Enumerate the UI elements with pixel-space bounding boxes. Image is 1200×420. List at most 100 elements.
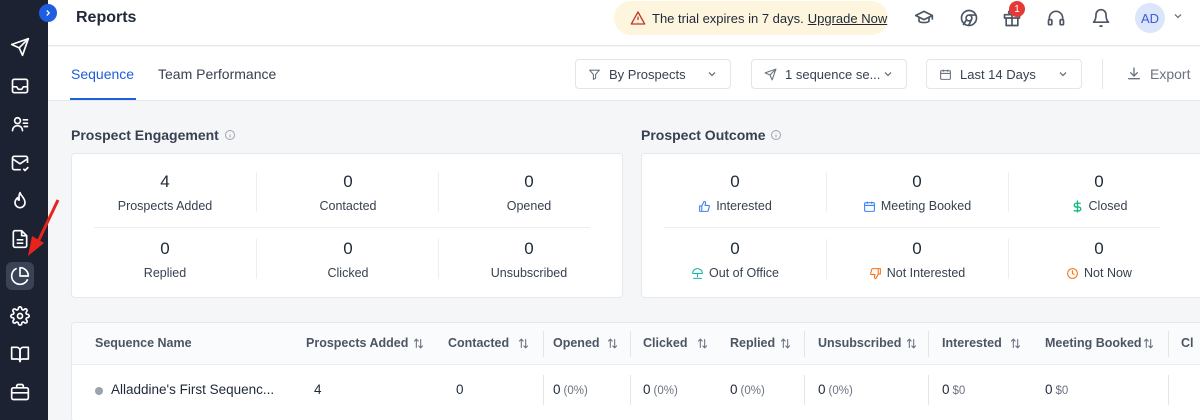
prospects-icon[interactable]	[6, 110, 34, 138]
metric-label: Prospects Added	[117, 199, 213, 213]
metric-not-interested: 0 Not Interested	[826, 239, 1008, 280]
metric-label-row: Not Now	[1008, 266, 1190, 280]
metric-value: 0	[730, 239, 740, 258]
column-header-clicked[interactable]: Clicked	[643, 336, 687, 350]
sequence-filter-label: 1 sequence se...	[785, 66, 881, 82]
calendar-icon	[863, 200, 876, 213]
column-header-interested[interactable]: Interested	[942, 336, 1002, 350]
metric-closed: 0 Closed	[1008, 172, 1190, 213]
red-arrow-annotation-icon	[28, 199, 60, 256]
cell-value: 0	[818, 382, 826, 397]
cell-contacted: 0	[456, 382, 464, 397]
metric-label: Replied	[143, 266, 187, 280]
metric-clicked: 0 Clicked	[257, 239, 439, 280]
metric-value: 0	[912, 239, 922, 258]
metric-label: Unsubscribed	[490, 266, 568, 280]
trial-banner: The trial expires in 7 days. Upgrade Now	[614, 1, 888, 35]
metric-value: 0	[160, 239, 170, 258]
bell-icon[interactable]	[1089, 6, 1113, 30]
headset-icon[interactable]	[1044, 6, 1068, 30]
column-divider	[630, 375, 631, 405]
mail-check-icon[interactable]	[6, 149, 34, 177]
briefcase-icon[interactable]	[6, 378, 34, 406]
column-divider	[543, 331, 544, 357]
metric-label-row: Interested	[644, 199, 826, 213]
user-avatar[interactable]: AD	[1135, 3, 1165, 33]
column-header-opened[interactable]: Opened	[553, 336, 600, 350]
sort-icon[interactable]	[779, 337, 792, 350]
info-icon[interactable]	[770, 129, 782, 141]
tab-sequence[interactable]: Sequence	[71, 66, 134, 82]
metric-value: 0	[343, 172, 353, 191]
sidebar-expand-button[interactable]	[39, 4, 57, 22]
cell-percent: (0%)	[653, 385, 678, 397]
reports-pie-chart-icon[interactable]	[6, 262, 34, 290]
cell-prospects-added: 4	[314, 382, 322, 397]
sort-icon[interactable]	[606, 337, 619, 350]
table-header-row: Sequence Name Prospects Added Contacted …	[72, 323, 1200, 365]
sort-icon[interactable]	[905, 337, 918, 350]
clock-icon	[1066, 267, 1079, 280]
column-divider	[630, 331, 631, 357]
send-icon[interactable]	[6, 33, 34, 61]
settings-gear-icon[interactable]	[6, 302, 34, 330]
column-header-closed[interactable]: Cl	[1181, 336, 1194, 350]
cell-percent: (0%)	[828, 385, 853, 397]
metric-label: Out of Office	[709, 266, 779, 280]
metric-label: Meeting Booked	[880, 199, 972, 213]
date-range-dropdown[interactable]: Last 14 Days	[926, 59, 1082, 89]
cell-amount: $0	[952, 385, 966, 397]
metric-value: 4	[160, 172, 170, 191]
inbox-icon[interactable]	[6, 72, 34, 100]
metric-value: 0	[912, 172, 922, 191]
cell-value: 0	[553, 382, 561, 397]
cell-unsubscribed: 0 (0%)	[818, 382, 853, 397]
sort-icon[interactable]	[1009, 337, 1022, 350]
thumbs-down-icon	[869, 267, 882, 280]
active-tab-indicator	[70, 98, 136, 100]
column-header-unsubscribed[interactable]: Unsubscribed	[818, 336, 901, 350]
divider	[438, 172, 439, 212]
upgrade-now-link[interactable]: Upgrade Now	[808, 11, 888, 26]
metric-label: Not Now	[1084, 266, 1132, 280]
cell-percent: (0%)	[563, 385, 588, 397]
outcome-section-title: Prospect Outcome	[641, 127, 782, 143]
chrome-icon[interactable]	[957, 6, 981, 30]
cell-value: 0	[730, 382, 738, 397]
export-label: Export	[1150, 66, 1191, 82]
metric-value: 0	[730, 172, 740, 191]
cell-opened: 0 (0%)	[553, 382, 588, 397]
sort-icon[interactable]	[412, 337, 425, 350]
cell-sequence-name[interactable]: Alladdine's First Sequenc...	[111, 382, 274, 397]
cell-value: 0	[942, 382, 950, 397]
sort-icon[interactable]	[696, 337, 709, 350]
book-icon[interactable]	[6, 340, 34, 368]
sequence-table: Sequence Name Prospects Added Contacted …	[71, 322, 1200, 420]
export-button[interactable]: Export	[1126, 66, 1190, 82]
chevron-right-icon	[46, 10, 51, 16]
column-header-meeting-booked[interactable]: Meeting Booked	[1045, 336, 1142, 350]
column-divider	[928, 375, 929, 405]
column-header-prospects-added[interactable]: Prospects Added	[306, 336, 408, 350]
column-divider	[1168, 331, 1169, 357]
outcome-title-text: Prospect Outcome	[641, 127, 766, 143]
sort-icon[interactable]	[1142, 337, 1155, 350]
prospects-filter-dropdown[interactable]: By Prospects	[575, 59, 731, 89]
notification-badge: 1	[1009, 1, 1025, 17]
chevron-down-icon[interactable]	[1172, 10, 1184, 22]
prospects-filter-label: By Prospects	[609, 66, 686, 82]
metric-value: 0	[1094, 172, 1104, 191]
column-header-replied[interactable]: Replied	[730, 336, 775, 350]
cell-clicked: 0 (0%)	[643, 382, 678, 397]
divider	[1008, 239, 1009, 279]
tab-team-performance[interactable]: Team Performance	[158, 66, 276, 82]
divider	[826, 239, 827, 279]
graduation-cap-icon[interactable]	[912, 6, 936, 30]
column-header-contacted[interactable]: Contacted	[448, 336, 509, 350]
metric-opened: 0 Opened	[438, 172, 620, 213]
sequence-filter-dropdown[interactable]: 1 sequence se...	[751, 59, 907, 89]
sort-icon[interactable]	[517, 337, 530, 350]
column-header-sequence-name[interactable]: Sequence Name	[95, 336, 192, 350]
info-icon[interactable]	[224, 129, 236, 141]
top-header: Reports The trial expires in 7 days. Upg…	[48, 0, 1200, 46]
